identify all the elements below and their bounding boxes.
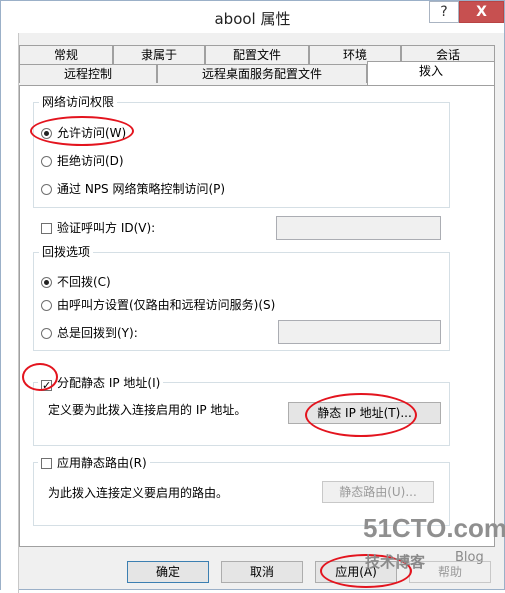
verify-caller-id-label: 验证呼叫方 ID(V): [57,221,156,235]
callback-number-field[interactable] [278,320,441,344]
title-bar: abool 属性 ? X [1,1,504,33]
callback-label: 回拨选项 [39,245,94,259]
watermark-logo: 51CTO.com [363,513,505,544]
cancel-button[interactable]: 取消 [221,561,303,583]
tab-profile[interactable]: 配置文件 [205,45,309,64]
radio-set-by-caller-label: 由呼叫方设置(仅路由和远程访问服务)(S) [57,298,276,312]
apply-static-routes-label: 应用静态路由(R) [57,456,147,470]
radio-nps-policy[interactable]: 通过 NPS 网络策略控制访问(P) [41,182,225,196]
radio-deny-access-label: 拒绝访问(D) [57,154,124,168]
verify-caller-id-checkbox[interactable]: 验证呼叫方 ID(V): [41,221,155,235]
watermark-blog: Blog [455,550,484,565]
radio-allow-access-dot[interactable] [41,128,52,139]
radio-allow-access-label: 允许访问(W) [57,126,127,140]
radio-no-callback[interactable]: 不回拨(C) [41,275,111,289]
assign-static-ip-checkbox[interactable]: ✓ 分配静态 IP 地址(I) [38,376,164,391]
radio-nps-policy-dot[interactable] [41,184,52,195]
radio-deny-access-dot[interactable] [41,156,52,167]
verify-caller-id-box[interactable] [41,223,52,234]
watermark-main: 51CTO.com [363,513,505,543]
caller-id-field[interactable] [276,216,441,240]
radio-always-callback-label: 总是回拨到(Y): [57,326,138,340]
apply-static-routes-checkbox[interactable]: 应用静态路由(R) [38,456,150,470]
radio-no-callback-label: 不回拨(C) [57,275,111,289]
static-routes-description: 为此拨入连接定义要启用的路由。 [48,486,229,500]
static-ip-description: 定义要为此拨入连接启用的 IP 地址。 [48,403,247,417]
network-access-label: 网络访问权限 [39,95,118,109]
close-button[interactable]: X [459,1,504,23]
assign-static-ip-box[interactable]: ✓ [41,380,52,391]
radio-nps-policy-label: 通过 NPS 网络策略控制访问(P) [57,182,226,196]
radio-set-by-caller[interactable]: 由呼叫方设置(仅路由和远程访问服务)(S) [41,298,275,312]
radio-no-callback-dot[interactable] [41,277,52,288]
tab-dial-in[interactable]: 拨入 [367,61,495,85]
radio-set-by-caller-dot[interactable] [41,300,52,311]
static-routes-button[interactable]: 静态路由(U)... [322,481,434,503]
static-ip-button[interactable]: 静态 IP 地址(T)... [288,402,441,424]
radio-allow-access[interactable]: 允许访问(W) [41,126,126,140]
tab-general[interactable]: 常规 [19,45,113,64]
tab-member-of[interactable]: 隶属于 [113,45,205,64]
radio-always-callback[interactable]: 总是回拨到(Y): [41,326,138,340]
radio-deny-access[interactable]: 拒绝访问(D) [41,154,124,168]
properties-dialog: abool 属性 ? X 常规 隶属于 配置文件 环境 会话 远程控制 远程桌面… [0,0,505,593]
background-window-strip [1,33,19,593]
radio-always-callback-dot[interactable] [41,328,52,339]
watermark-sub: 技术博客 [365,553,426,571]
apply-static-routes-box[interactable] [41,458,52,469]
help-title-button[interactable]: ? [429,1,459,23]
ok-button[interactable]: 确定 [127,561,209,583]
tab-rds-profile[interactable]: 远程桌面服务配置文件 [157,64,367,83]
assign-static-ip-label: 分配静态 IP 地址(I) [57,376,161,390]
tab-remote-control[interactable]: 远程控制 [19,64,157,83]
dial-in-panel: 网络访问权限 允许访问(W) 拒绝访问(D) 通过 NPS 网络策略控制访问(P… [19,85,495,547]
